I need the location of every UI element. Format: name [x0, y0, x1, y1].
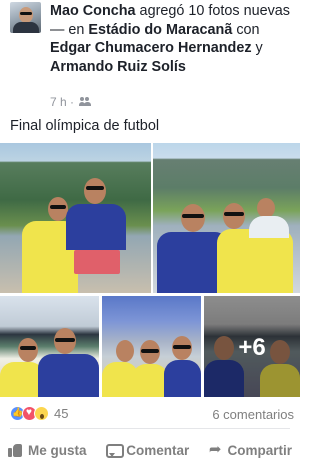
post-story-text: Mao Concha agregó 10 fotos nuevas — en E… [50, 2, 296, 76]
photo-3[interactable] [0, 296, 99, 397]
person-shorts [74, 250, 120, 274]
photo-1[interactable] [0, 143, 151, 293]
post-meta: 7 h · [50, 95, 92, 109]
person-head [18, 338, 38, 362]
person-yellow-jersey [132, 340, 168, 397]
sunglasses [141, 349, 159, 353]
sunglasses [173, 345, 191, 349]
photo-5[interactable]: +6 [204, 296, 300, 397]
like-button[interactable]: Me gusta [8, 436, 87, 464]
share-button[interactable]: ➦ Compartir [209, 436, 292, 464]
person-blue-jersey [62, 178, 142, 293]
comments-count-link[interactable]: 6 comentarios [212, 407, 294, 422]
comment-label: Comentar [126, 442, 190, 458]
divider [10, 428, 290, 429]
share-label: Compartir [227, 442, 292, 458]
person-head [223, 203, 245, 229]
person-body [66, 204, 126, 250]
like-label: Me gusta [28, 442, 87, 458]
sunglasses [20, 346, 36, 350]
person-body [164, 360, 201, 397]
with-text: con [232, 21, 260, 38]
post-caption: Final olímpica de futbol [10, 118, 160, 134]
person-head [84, 178, 106, 204]
person-body [132, 364, 168, 397]
sunglasses [224, 212, 244, 216]
author-avatar[interactable] [10, 2, 41, 33]
avatar-sunglasses [20, 12, 32, 15]
action-bar: Me gusta Comentar ➦ Compartir [0, 436, 300, 464]
location-link[interactable]: Estádio do Maracanã [88, 22, 232, 38]
avatar-face [19, 7, 33, 23]
person-blue-jersey [164, 336, 201, 397]
photo-4[interactable] [102, 296, 201, 397]
person-head [257, 198, 275, 218]
photo-2[interactable] [153, 143, 300, 293]
friends-icon[interactable] [79, 97, 92, 107]
reaction-count: 45 [54, 406, 69, 421]
avatar-shirt [13, 22, 39, 33]
tagged-person-link-1[interactable]: Edgar Chumacero Hernandez [50, 40, 252, 56]
sunglasses [86, 186, 104, 190]
thumbs-up-icon [8, 443, 22, 457]
person-head [181, 204, 205, 232]
person-blue-jersey [38, 328, 99, 397]
more-photos-count[interactable]: +6 [204, 334, 300, 362]
share-arrow-icon: ➦ [208, 441, 222, 458]
sunglasses [182, 214, 204, 218]
wow-icon [34, 406, 49, 421]
person-body [38, 354, 99, 397]
person-body [217, 229, 293, 293]
post-time[interactable]: 7 h · [50, 95, 74, 109]
person-background-fan [249, 198, 299, 238]
comment-bubble-icon [106, 443, 125, 458]
comment-button[interactable]: Comentar [106, 436, 189, 464]
author-name-link[interactable]: Mao Concha [50, 3, 136, 19]
and-text: y [251, 40, 263, 56]
reactions-summary[interactable]: 45 [10, 406, 68, 421]
post-header: Mao Concha agregó 10 fotos nuevas — en E… [0, 0, 300, 113]
tagged-person-link-2[interactable]: Armando Ruiz Solís [50, 59, 186, 75]
person-body [249, 216, 289, 238]
sunglasses [55, 338, 75, 342]
